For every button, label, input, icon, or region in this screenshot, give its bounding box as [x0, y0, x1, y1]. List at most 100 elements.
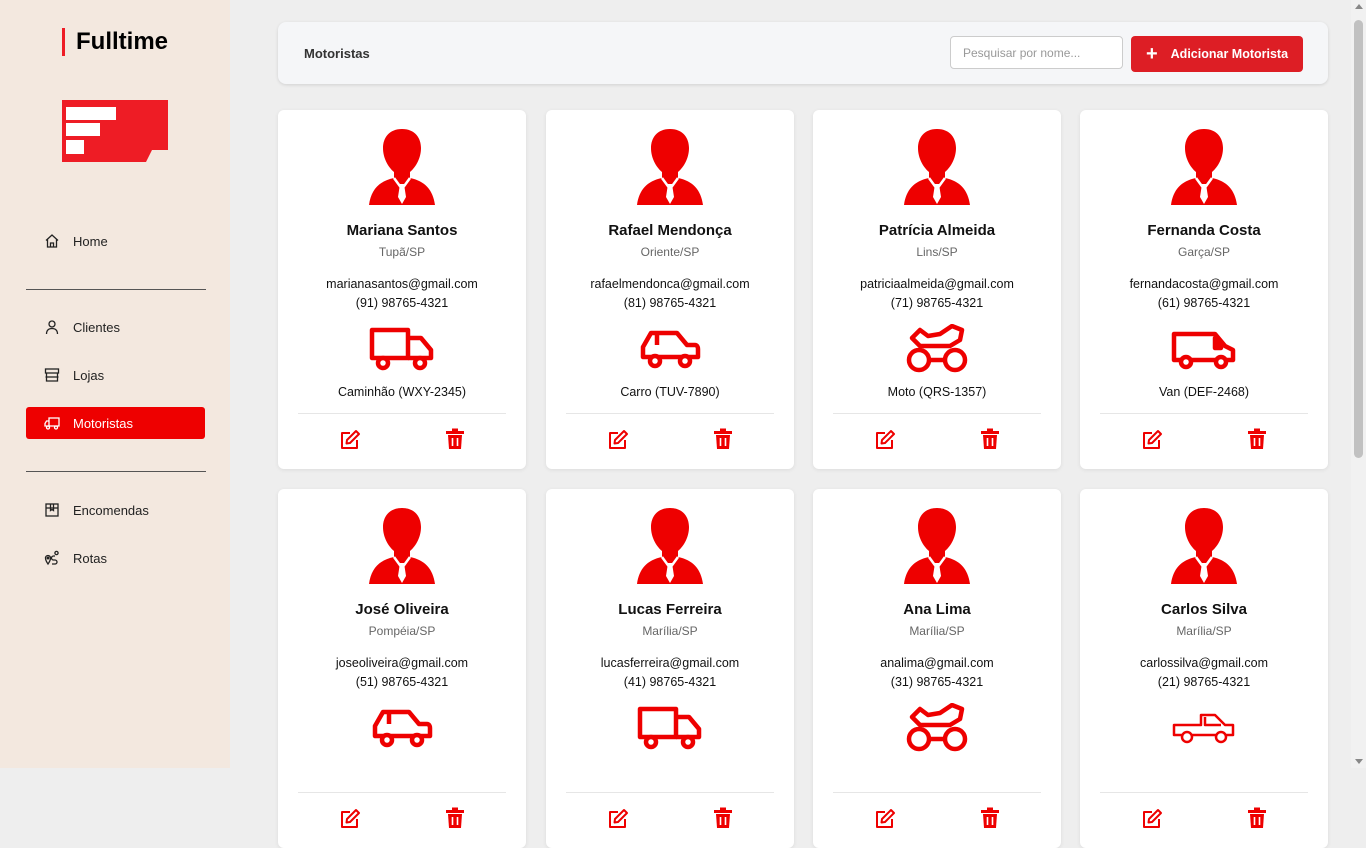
sidebar-item-motoristas[interactable]: Motoristas — [26, 407, 205, 439]
driver-avatar-icon — [637, 129, 703, 212]
driver-email: lucasferreira@gmail.com — [600, 656, 740, 670]
driver-card: José Oliveira Pompéia/SP joseoliveira@gmai… — [278, 489, 526, 848]
driver-avatar-icon — [904, 129, 970, 212]
edit-icon[interactable] — [1141, 808, 1163, 830]
driver-card: Mariana Santos Tupã/SP marianasantos@gmail… — [278, 110, 526, 469]
sidebar-item-label: Encomendas — [73, 502, 149, 518]
driver-email: patriciaalmeida@gmail.com — [860, 277, 1014, 291]
edit-icon[interactable] — [874, 808, 896, 830]
card-divider — [833, 413, 1041, 414]
driver-email: joseoliveira@gmail.com — [335, 656, 469, 670]
truck-icon — [546, 703, 794, 753]
motorcycle-icon — [813, 324, 1061, 374]
card-divider — [566, 413, 774, 414]
sidebar-item-label: Motoristas — [73, 415, 133, 431]
store-icon — [44, 367, 60, 383]
driver-card: Rafael Mendonça Oriente/SP rafaelmendonca@… — [546, 110, 794, 469]
trash-icon[interactable] — [713, 428, 733, 450]
plus-icon: + — [1145, 43, 1158, 65]
driver-phone: (41) 98765-4321 — [623, 675, 717, 689]
driver-phone: (81) 98765-4321 — [623, 296, 717, 310]
driver-name: Ana Lima — [903, 601, 971, 618]
sidebar-item-rotas[interactable]: Rotas — [26, 542, 205, 574]
page-scrollbar[interactable] — [1351, 0, 1366, 768]
sidebar-divider — [26, 289, 206, 290]
truck-icon — [44, 415, 60, 431]
page-title: Motoristas — [304, 46, 370, 61]
driver-vehicle: Van (DEF-2468) — [1158, 385, 1250, 399]
driver-avatar-icon — [369, 129, 435, 212]
motorcycle-icon — [813, 703, 1061, 753]
driver-email: carlossilva@gmail.com — [1140, 656, 1268, 670]
scroll-thumb[interactable] — [1354, 20, 1363, 458]
sidebar-item-label: Lojas — [73, 367, 105, 383]
car-icon — [546, 324, 794, 374]
trash-icon[interactable] — [445, 428, 465, 450]
trash-icon[interactable] — [713, 807, 733, 829]
sidebar-divider — [26, 471, 206, 472]
driver-card: Fernanda Costa Garça/SP fernandacosta@gmai… — [1080, 110, 1328, 469]
card-divider — [298, 792, 506, 793]
driver-email: fernandacosta@gmail.com — [1129, 277, 1279, 291]
driver-name: Lucas Ferreira — [618, 601, 722, 618]
driver-city: Marília/SP — [642, 624, 698, 638]
sidebar-item-home[interactable]: Home — [26, 225, 205, 257]
add-driver-label: Adicionar Motorista — [1170, 47, 1289, 61]
driver-city: Tupã/SP — [378, 245, 426, 259]
driver-card: Lucas Ferreira Marília/SP lucasferreira@gm… — [546, 489, 794, 848]
driver-phone: (91) 98765-4321 — [355, 296, 449, 310]
pickup-icon — [1080, 703, 1328, 753]
driver-avatar-icon — [369, 508, 435, 591]
driver-card: Ana Lima Marília/SP analima@gmail.com (31) … — [813, 489, 1061, 848]
van-icon — [1080, 324, 1328, 374]
driver-city: Marília/SP — [1176, 624, 1232, 638]
trash-icon[interactable] — [980, 428, 1000, 450]
trash-icon[interactable] — [1247, 428, 1267, 450]
scroll-up-arrow[interactable] — [1355, 4, 1363, 9]
driver-vehicle: Carro (TUV-7890) — [620, 385, 720, 399]
driver-name: Rafael Mendonça — [608, 222, 732, 239]
user-icon — [44, 319, 60, 335]
driver-card: Patrícia Almeida Lins/SP patriciaalmeida@g… — [813, 110, 1061, 469]
card-divider — [833, 792, 1041, 793]
truck-icon — [278, 324, 526, 374]
driver-email: rafaelmendonca@gmail.com — [590, 277, 750, 291]
driver-city: Oriente/SP — [640, 245, 700, 259]
driver-phone: (31) 98765-4321 — [890, 675, 984, 689]
trash-icon[interactable] — [1247, 807, 1267, 829]
driver-name: Fernanda Costa — [1147, 222, 1261, 239]
card-divider — [1100, 413, 1308, 414]
edit-icon[interactable] — [1141, 429, 1163, 451]
trash-icon[interactable] — [445, 807, 465, 829]
edit-icon[interactable] — [339, 429, 361, 451]
driver-email: analima@gmail.com — [880, 656, 994, 670]
driver-phone: (21) 98765-4321 — [1157, 675, 1251, 689]
sidebar-item-label: Home — [73, 233, 108, 249]
sidebar-item-lojas[interactable]: Lojas — [26, 359, 205, 391]
driver-city: Pompéia/SP — [368, 624, 436, 638]
driver-avatar-icon — [637, 508, 703, 591]
edit-icon[interactable] — [874, 429, 896, 451]
driver-name: Patrícia Almeida — [878, 222, 996, 239]
sidebar-item-label: Rotas — [73, 550, 107, 566]
card-divider — [566, 792, 774, 793]
scroll-down-arrow[interactable] — [1355, 759, 1363, 764]
edit-icon[interactable] — [339, 808, 361, 830]
driver-email: marianasantos@gmail.com — [326, 277, 478, 291]
driver-city: Lins/SP — [916, 245, 958, 259]
card-divider — [298, 413, 506, 414]
sidebar-item-encomendas[interactable]: Encomendas — [26, 494, 205, 526]
card-divider — [1100, 792, 1308, 793]
search-input[interactable] — [950, 36, 1123, 69]
edit-icon[interactable] — [607, 808, 629, 830]
driver-card: Carlos Silva Marília/SP carlossilva@gmail.… — [1080, 489, 1328, 848]
brand-title: Fulltime — [62, 28, 168, 56]
driver-name: Mariana Santos — [346, 222, 458, 239]
driver-vehicle: Moto (QRS-1357) — [887, 385, 987, 399]
add-driver-button[interactable]: + Adicionar Motorista — [1131, 36, 1303, 72]
edit-icon[interactable] — [607, 429, 629, 451]
home-icon — [44, 233, 60, 249]
trash-icon[interactable] — [980, 807, 1000, 829]
driver-vehicle: Caminhão (WXY-2345) — [337, 385, 467, 399]
sidebar-item-clientes[interactable]: Clientes — [26, 311, 205, 343]
